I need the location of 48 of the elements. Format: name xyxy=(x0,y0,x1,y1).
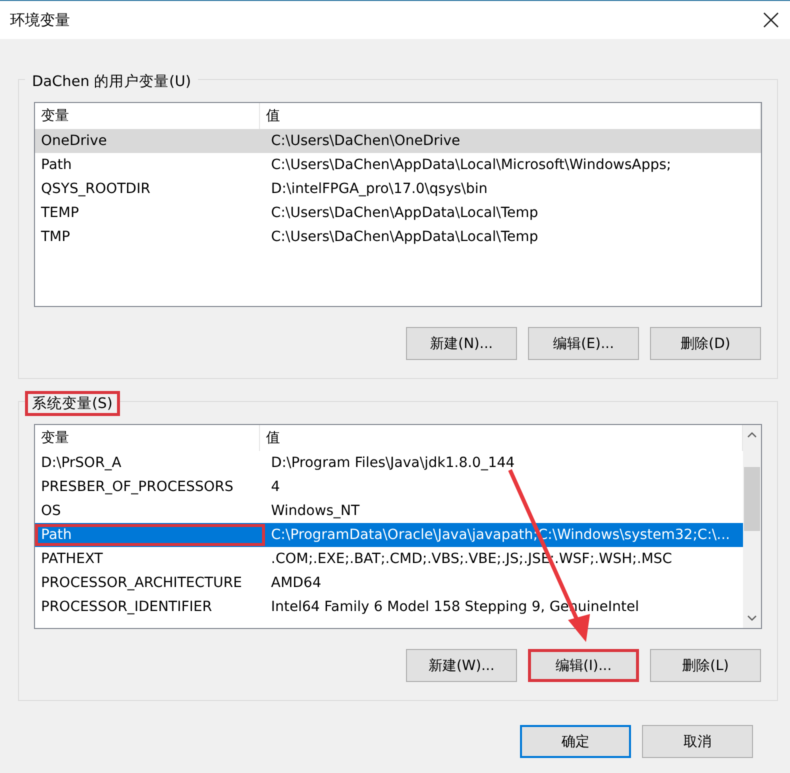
dialog-button[interactable]: 删除(D) xyxy=(650,327,761,360)
dialog-button[interactable]: 新建(W)... xyxy=(406,649,517,682)
variable-name: PROCESSOR_IDENTIFIER xyxy=(40,598,213,617)
variable-value: 4 xyxy=(270,478,281,497)
variable-name: D:\PrSOR_A xyxy=(40,454,122,473)
variable-name: TEMP xyxy=(40,204,80,223)
list-row[interactable]: D:\PrSOR_A D:\Program Files\Java\jdk1.8.0_144 xyxy=(35,451,743,475)
close-icon[interactable] xyxy=(762,11,780,29)
list-row[interactable]: Path C:\Users\DaChen\AppData\Local\Microsoft\WindowsApps; xyxy=(35,153,761,177)
dialog-button[interactable]: 删除(L) xyxy=(650,649,761,682)
scroll-thumb[interactable] xyxy=(744,467,760,531)
variable-value: AMD64 xyxy=(270,574,322,593)
list-row[interactable]: QSYS_ROOTDIR D:\intelFPGA_pro\17.0\qsys\bin xyxy=(35,177,761,201)
variable-value: C:\Users\DaChen\OneDrive xyxy=(270,132,462,151)
group-title: 系统变量(S) xyxy=(25,391,120,416)
column-header[interactable]: 变量 xyxy=(35,425,260,451)
scroll-up-icon[interactable] xyxy=(747,432,757,438)
variable-name: PROCESSOR_ARCHITECTURE xyxy=(40,574,243,593)
scrollbar[interactable] xyxy=(743,425,761,628)
dialog-button[interactable]: 新建(N)... xyxy=(406,327,517,360)
variable-name: PATHEXT xyxy=(40,550,104,569)
variable-name: QSYS_ROOTDIR xyxy=(40,180,152,199)
dialog-button[interactable]: 编辑(E)... xyxy=(528,327,639,360)
variable-name: PRESBER_OF_PROCESSORS xyxy=(40,478,234,497)
variable-list[interactable] xyxy=(34,424,762,629)
variable-name: OneDrive xyxy=(40,132,108,151)
variable-name: Path xyxy=(35,524,265,546)
variable-value: C:\Users\DaChen\AppData\Local\Temp xyxy=(270,204,540,223)
variable-value: C:\Users\DaChen\AppData\Local\Temp xyxy=(270,228,540,247)
list-row[interactable]: PROCESSOR_ARCHITECTURE AMD64 xyxy=(35,571,743,595)
list-row[interactable]: PRESBER_OF_PROCESSORS 4 xyxy=(35,475,743,499)
variable-value: D:\intelFPGA_pro\17.0\qsys\bin xyxy=(270,180,489,199)
list-row[interactable]: OS Windows_NT xyxy=(35,499,743,523)
variable-value: D:\Program Files\Java\jdk1.8.0_144 xyxy=(270,454,516,473)
dialog-button[interactable]: 取消 xyxy=(642,725,753,758)
variable-value: C:\Users\DaChen\AppData\Local\Microsoft\WindowsApps; xyxy=(270,156,672,175)
list-row[interactable]: OneDrive C:\Users\DaChen\OneDrive xyxy=(35,129,761,153)
variable-list[interactable] xyxy=(34,102,762,307)
variable-value: Windows_NT xyxy=(270,502,361,521)
scroll-down-icon[interactable] xyxy=(747,615,757,621)
list-row[interactable]: TEMP C:\Users\DaChen\AppData\Local\Temp xyxy=(35,201,761,225)
window-title: 环境变量 xyxy=(10,10,70,30)
list-row[interactable]: TMP C:\Users\DaChen\AppData\Local\Temp xyxy=(35,225,761,249)
dialog-button[interactable]: 编辑(I)... xyxy=(528,649,639,682)
dialog-button[interactable]: 确定 xyxy=(520,725,631,758)
variable-name: Path xyxy=(40,156,73,175)
variable-name: OS xyxy=(40,502,62,521)
variable-name: TMP xyxy=(40,228,72,247)
